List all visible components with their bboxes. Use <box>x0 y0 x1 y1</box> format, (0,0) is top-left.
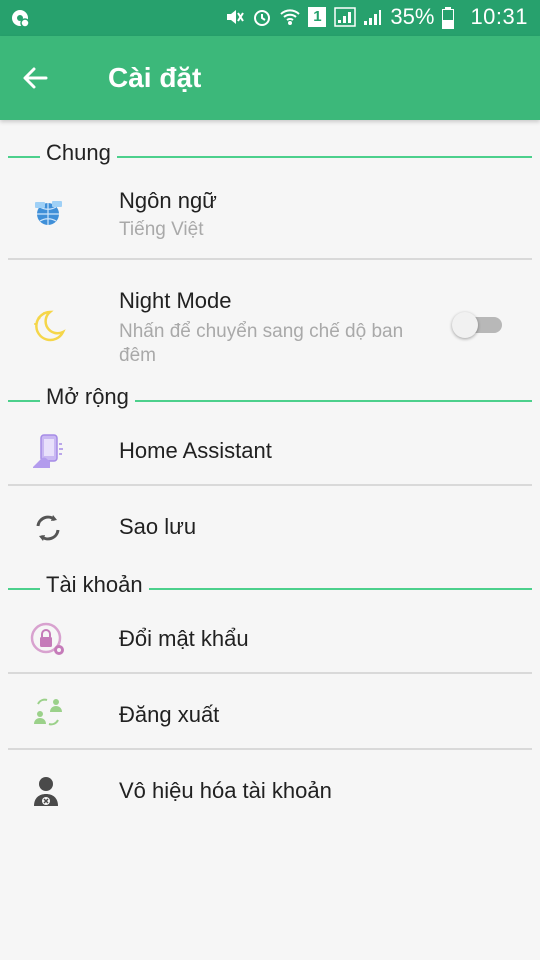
battery-icon <box>442 7 462 29</box>
app-bar: Cài đặt <box>0 36 540 120</box>
setting-backup[interactable]: Sao lưu <box>0 486 540 572</box>
sync-icon <box>28 508 68 548</box>
settings-notification-icon <box>10 8 30 33</box>
wifi-icon <box>280 7 301 27</box>
moon-icon <box>28 306 68 346</box>
setting-title: Night Mode <box>119 288 232 313</box>
switch-user-icon <box>28 692 68 732</box>
setting-title: Ngôn ngữ <box>119 188 217 213</box>
user-block-icon <box>28 772 68 812</box>
battery-percent: 35% <box>390 4 435 29</box>
page-title: Cài đặt <box>108 62 202 93</box>
section-label: Tài khoản <box>40 572 149 598</box>
setting-language[interactable]: Ngôn ngữ Tiếng Việt <box>0 172 540 258</box>
setting-title: Đăng xuất <box>119 702 220 727</box>
signal-icon <box>334 7 357 27</box>
toggle-thumb <box>452 312 478 338</box>
setting-subtitle: Nhấn để chuyển sang chế dộ ban đêm <box>119 321 404 366</box>
setting-subtitle: Tiếng Việt <box>119 219 204 240</box>
globe-icon <box>28 194 68 234</box>
setting-deactivate-account[interactable]: Vô hiệu hóa tài khoản <box>0 750 540 836</box>
back-arrow-icon[interactable] <box>18 60 54 96</box>
night-mode-toggle[interactable] <box>452 312 504 338</box>
lock-gear-icon <box>28 620 68 660</box>
alarm-icon <box>252 7 272 27</box>
setting-title: Đổi mật khẩu <box>119 626 249 651</box>
status-bar: 1 35% 10:31 <box>0 0 540 36</box>
section-label: Chung <box>40 140 117 166</box>
setting-logout[interactable]: Đăng xuất <box>0 674 540 748</box>
setting-night-mode[interactable]: Night Mode Nhấn để chuyển sang chế dộ ba… <box>0 260 540 370</box>
setting-home-assistant[interactable]: Home Assistant <box>0 416 540 484</box>
setting-title: Vô hiệu hóa tài khoản <box>119 778 332 803</box>
section-label: Mở rộng <box>40 384 135 410</box>
section-header-account: Tài khoản <box>8 570 532 600</box>
mute-icon <box>224 7 245 27</box>
section-header-extensions: Mở rộng <box>8 382 532 412</box>
section-header-general: Chung <box>8 138 532 168</box>
setting-title: Home Assistant <box>119 438 272 463</box>
signal-2-icon <box>362 7 382 27</box>
setting-title: Sao lưu <box>119 514 197 539</box>
sim-badge: 1 <box>308 7 327 27</box>
setting-change-password[interactable]: Đổi mật khẩu <box>0 604 540 672</box>
clock: 10:31 <box>470 4 528 29</box>
phone-hand-icon <box>28 432 68 472</box>
